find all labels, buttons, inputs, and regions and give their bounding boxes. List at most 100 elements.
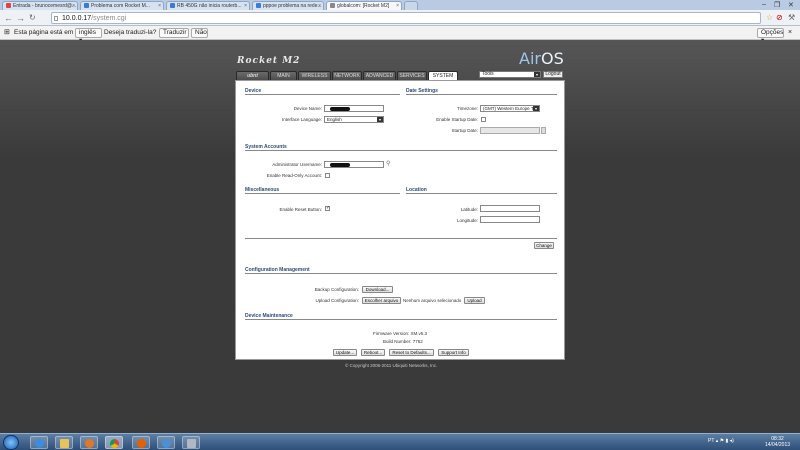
longitude-input[interactable] xyxy=(480,216,540,223)
translate-button[interactable]: Traduzir xyxy=(159,28,189,38)
address-bar[interactable]: 10.0.0.17/system.cgi xyxy=(51,12,761,24)
tab-label: Problema com Rocket M... xyxy=(91,3,150,9)
clock[interactable]: 08:32 14/04/2013 xyxy=(765,436,790,448)
language-indicator[interactable]: PT xyxy=(708,438,714,444)
tools-select[interactable]: Tools ▾ xyxy=(479,71,541,78)
language-select-value: English xyxy=(327,117,342,122)
upload-config-label: Upload Configuration: xyxy=(315,298,359,303)
firmware-version: Firmware Version: XM.v5.3 xyxy=(373,331,428,336)
close-icon[interactable]: × xyxy=(318,3,321,9)
page-icon xyxy=(84,3,89,9)
forward-icon[interactable]: → xyxy=(16,13,25,23)
browser-tab-pppoe[interactable]: pppoe problema na rede... × xyxy=(252,1,324,10)
enable-startup-date-label: Enable Startup Date: xyxy=(436,117,478,122)
tab-label: globalcom: [Rocket M2] xyxy=(337,3,390,9)
latitude-input[interactable] xyxy=(480,205,540,212)
choose-file-button[interactable]: Escolher arquivo xyxy=(362,297,401,304)
options-label: Opções xyxy=(761,29,784,36)
taskbar-explorer[interactable] xyxy=(55,436,73,449)
wrench-icon[interactable]: ⚒ xyxy=(788,13,795,23)
options-button[interactable]: Opções ▾ xyxy=(757,28,784,44)
taskbar-app[interactable] xyxy=(157,436,175,449)
maximize-icon[interactable]: ❐ xyxy=(774,1,780,9)
stop-icon[interactable]: ⊘ xyxy=(776,13,783,23)
new-tab-button[interactable] xyxy=(404,1,418,10)
tab-ubnt-logo[interactable]: ubnt xyxy=(236,71,269,80)
minimize-icon[interactable]: – xyxy=(762,1,766,8)
translate-prefix: Esta página está em xyxy=(14,29,74,36)
timezone-select[interactable]: (GMT) Western Europe T ▾ xyxy=(480,105,540,112)
key-icon[interactable]: ⚲ xyxy=(386,160,390,167)
app-icon xyxy=(162,439,171,448)
back-icon[interactable]: ← xyxy=(4,13,13,23)
browser-tab-problem[interactable]: Problema com Rocket M... × xyxy=(80,1,164,10)
calendar-icon[interactable] xyxy=(541,127,546,134)
taskbar-media-player[interactable] xyxy=(80,436,98,449)
tab-services[interactable]: SERVICES xyxy=(397,71,427,80)
tab-network[interactable]: NETWORK xyxy=(332,71,362,80)
system-settings-panel: Device Device Name: Interface Language: … xyxy=(235,80,565,360)
close-icon[interactable]: × xyxy=(788,26,792,39)
translate-icon: ⊞ xyxy=(4,29,10,36)
close-icon[interactable]: × xyxy=(244,3,247,9)
close-window-icon[interactable]: ✕ xyxy=(788,1,794,9)
tab-label: pppoe problema na rede... xyxy=(263,3,322,9)
admin-username-input[interactable] xyxy=(324,161,384,168)
device-name-input[interactable] xyxy=(324,105,384,112)
close-icon[interactable]: × xyxy=(72,3,75,9)
close-icon[interactable]: × xyxy=(158,3,161,9)
close-icon[interactable]: × xyxy=(396,3,399,9)
taskbar-chrome[interactable] xyxy=(105,436,123,449)
upload-button[interactable]: Upload xyxy=(464,297,485,304)
folder-icon xyxy=(60,439,69,448)
change-button[interactable]: Change xyxy=(534,242,554,249)
browser-tab-globalcom[interactable]: globalcom: [Rocket M2] × xyxy=(326,1,402,10)
browser-tab-gmail[interactable]: Entrada - brunocemesrd@... × xyxy=(2,1,78,10)
reset-button-checkbox[interactable]: ✓ xyxy=(325,206,330,211)
reset-defaults-button[interactable]: Reset to Defaults... xyxy=(389,349,434,356)
copyright-text: © Copyright 2006-2011 Ubiquiti Networks,… xyxy=(345,363,438,368)
build-number: Build Number: 7762 xyxy=(383,339,423,344)
backup-config-label: Backup Configuration: xyxy=(314,287,359,292)
winbox-icon xyxy=(187,439,196,448)
bookmark-star-icon[interactable]: ☆ xyxy=(766,13,773,23)
reload-icon[interactable]: ↻ xyxy=(29,13,36,23)
divider xyxy=(406,193,557,194)
update-button[interactable]: Update... xyxy=(333,349,357,356)
reboot-button[interactable]: Reboot... xyxy=(361,349,385,356)
windows-taskbar: PT ▴ ⚑ ▮ ◂) 08:32 14/04/2013 xyxy=(0,433,800,450)
taskbar-ie[interactable] xyxy=(30,436,48,449)
read-only-account-label: Enable Read-Only Account: xyxy=(266,173,322,178)
support-info-button[interactable]: Support Info xyxy=(438,349,469,356)
admin-username-label: Administrator Username: xyxy=(272,162,322,167)
taskbar-winbox[interactable] xyxy=(182,436,200,449)
language-select[interactable]: inglês ▾ xyxy=(75,28,102,44)
tab-main[interactable]: MAIN xyxy=(270,71,297,80)
start-button[interactable] xyxy=(3,435,19,450)
interface-language-select[interactable]: English ▾ xyxy=(324,116,384,123)
enable-startup-date-checkbox[interactable] xyxy=(481,117,486,122)
airos-logo: AirOS xyxy=(519,49,564,68)
startup-date-label: Startup Date: xyxy=(451,128,478,133)
translate-question: Deseja traduzi-la? xyxy=(104,29,157,36)
media-player-icon xyxy=(85,439,94,448)
no-translate-button[interactable]: Não xyxy=(191,28,208,38)
tab-label: Entrada - brunocemesrd@... xyxy=(13,3,77,9)
logo-os: OS xyxy=(540,49,564,68)
logout-button[interactable]: Logout xyxy=(543,71,563,78)
page-icon xyxy=(330,3,335,9)
browser-tab-rb450g[interactable]: RB 450G não inicia routerb... × xyxy=(166,1,250,10)
chevron-down-icon: ▾ xyxy=(534,72,540,77)
tab-advanced[interactable]: ADVANCED xyxy=(363,71,396,80)
tab-wireless[interactable]: WIRELESS xyxy=(298,71,331,80)
divider xyxy=(406,94,557,95)
startup-date-input[interactable] xyxy=(480,127,540,134)
chrome-icon xyxy=(110,439,119,448)
latitude-label: Latitude: xyxy=(460,207,478,212)
download-button[interactable]: Download... xyxy=(362,286,393,293)
tray-icons: ▴ ⚑ ▮ ◂) xyxy=(715,438,734,444)
translate-bar: ⊞ Esta página está em inglês ▾ Deseja tr… xyxy=(0,26,800,44)
read-only-account-checkbox[interactable] xyxy=(325,173,330,178)
taskbar-firefox[interactable] xyxy=(132,436,150,449)
no-file-selected-text: Nenhum arquivo selecionado xyxy=(403,298,462,303)
